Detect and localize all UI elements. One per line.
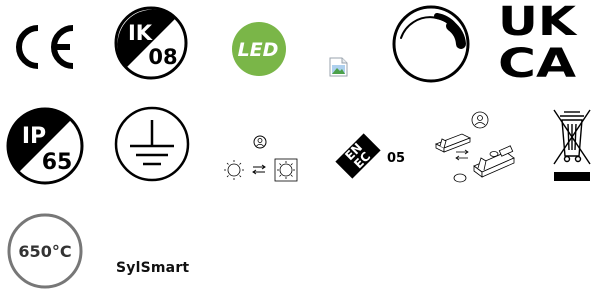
led-icon: LED xyxy=(231,21,287,77)
sylsmart-logo: SylSmart xyxy=(116,260,190,276)
ip-bottom-text: 65 xyxy=(42,150,73,175)
protective-earth-icon xyxy=(114,106,190,182)
ukca-line1: UK xyxy=(498,0,578,45)
dimmable-icon xyxy=(391,4,471,84)
enec-number: 05 xyxy=(387,151,405,166)
ukca-mark-icon: UK CA xyxy=(496,0,578,87)
ik-rating-icon: IK 08 xyxy=(114,6,188,80)
sensor-module-icon xyxy=(432,108,522,188)
ukca-line2: CA xyxy=(498,41,576,87)
ik-top-text: IK xyxy=(128,21,153,45)
ip-top-text: IP xyxy=(22,124,46,149)
glow-wire-text: 650°C xyxy=(18,242,71,261)
glow-wire-icon: 650°C xyxy=(6,212,84,290)
ip-rating-icon: IP 65 xyxy=(6,107,84,185)
ik-bottom-text: 08 xyxy=(148,45,177,69)
enec-mark-icon: EN EC 05 xyxy=(328,124,410,188)
weee-bin-icon xyxy=(552,106,592,184)
broken-image-icon xyxy=(329,57,349,77)
ce-mark-icon xyxy=(8,24,80,70)
led-text: LED xyxy=(238,39,279,61)
sensor-switch-icon xyxy=(220,134,302,182)
